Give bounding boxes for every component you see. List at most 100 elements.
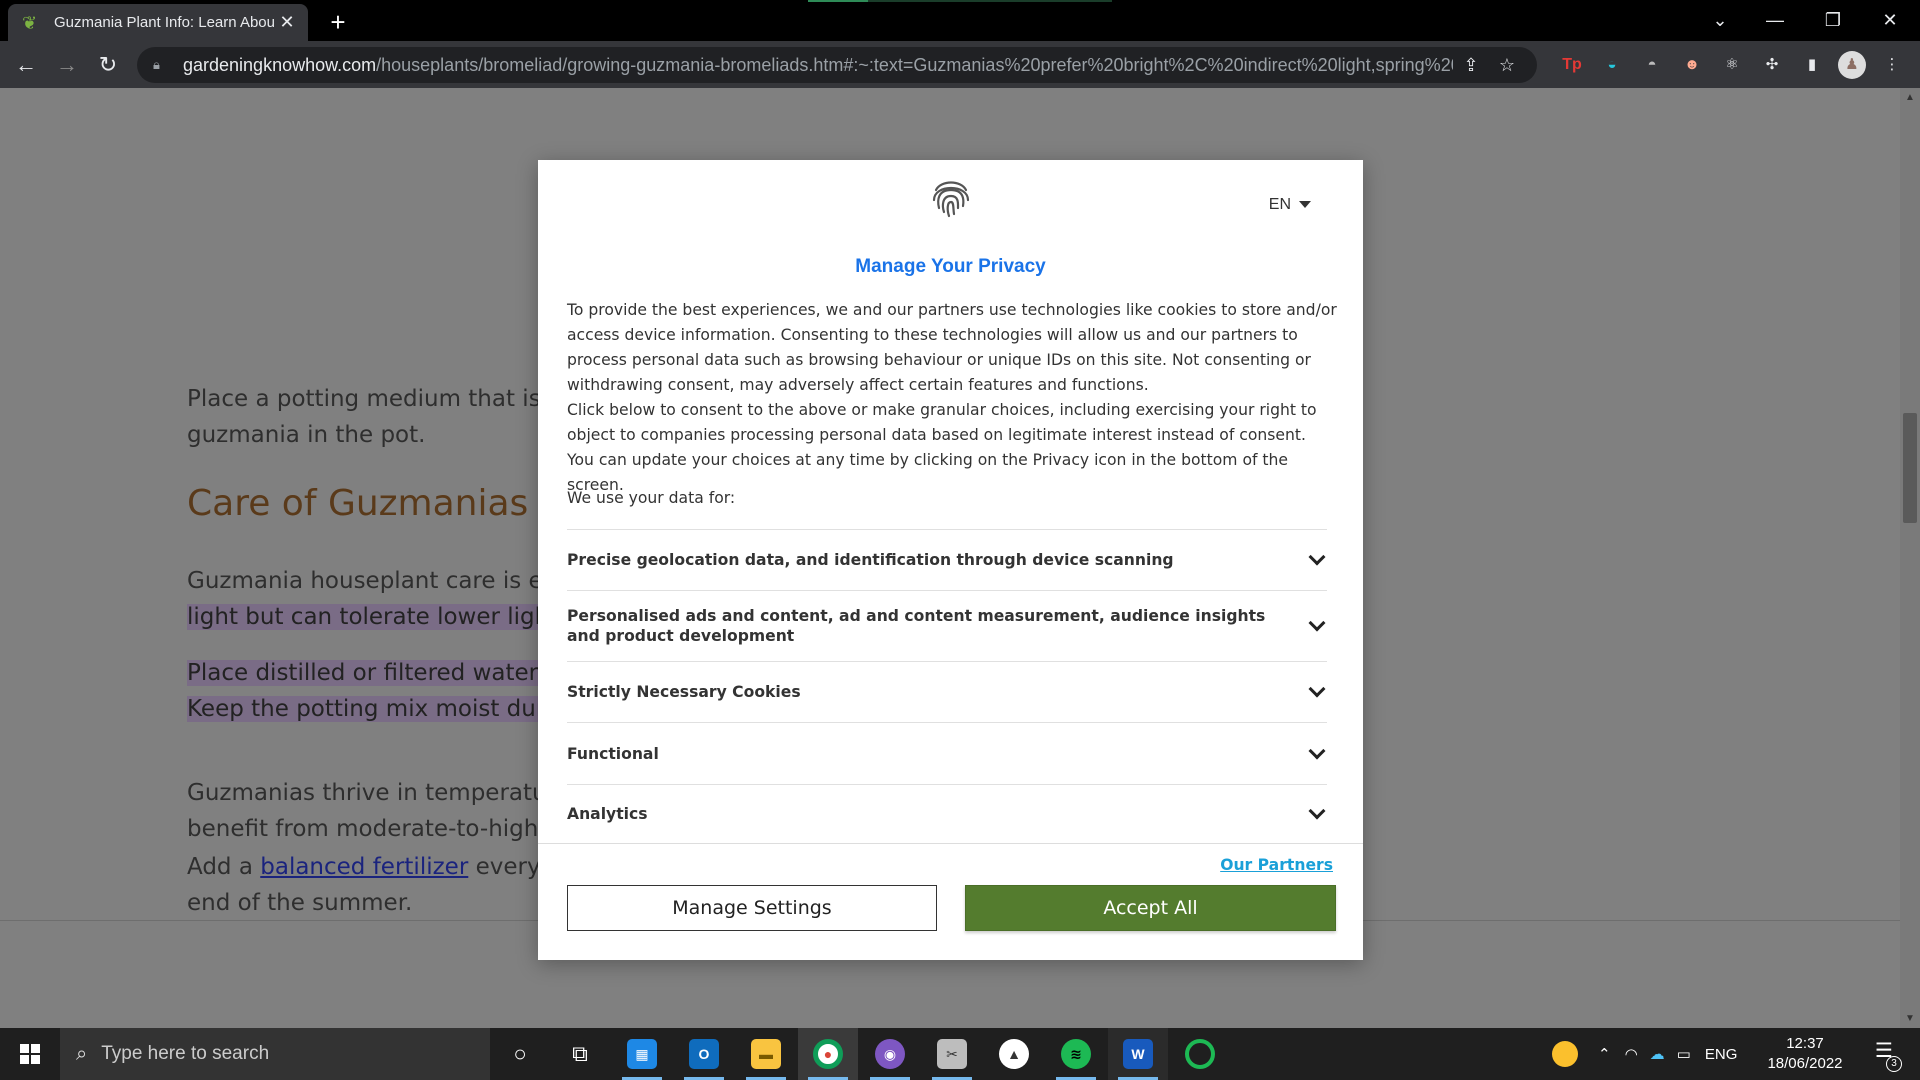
minimize-button[interactable]: — <box>1748 0 1802 41</box>
paragraph-line: end of the summer. <box>187 890 413 916</box>
discord-app-icon[interactable]: ◉ <box>860 1028 920 1080</box>
notification-count: 3 <box>1886 1056 1902 1072</box>
privacy-consent-dialog: EN Manage Your Privacy To provide the be… <box>538 160 1363 960</box>
chevron-down-icon[interactable] <box>1308 802 1326 820</box>
browser-tab[interactable]: ❦ Guzmania Plant Info: Learn Abou ✕ <box>8 4 308 41</box>
url-text: gardeningknowhow.com/houseplants/bromeli… <box>183 55 1453 76</box>
tab-search-icon[interactable]: ⌄ <box>1693 0 1747 41</box>
extensions-puzzle-icon[interactable]: ✣ <box>1758 51 1786 79</box>
onedrive-icon[interactable]: ☁ <box>1650 1045 1665 1063</box>
purpose-strictly-necessary[interactable]: Strictly Necessary Cookies <box>567 662 1327 723</box>
notification-center-icon[interactable]: ☰ 3 <box>1868 1038 1902 1072</box>
forward-button[interactable]: → <box>51 49 83 81</box>
outlook-app-icon[interactable]: O <box>674 1028 734 1080</box>
arc-app-icon[interactable]: ▲ <box>984 1028 1044 1080</box>
browser-toolbar: ← → ↻ 🔒︎ gardeningknowhow.com/houseplant… <box>0 41 1920 88</box>
calendar-app-icon[interactable]: ▦ <box>612 1028 672 1080</box>
paragraph-line: guzmania in the pot. <box>187 422 426 448</box>
wifi-icon[interactable]: ◠ <box>1625 1045 1638 1063</box>
purpose-functional[interactable]: Functional <box>567 723 1327 785</box>
dialog-title: Manage Your Privacy <box>855 256 1046 277</box>
new-tab-button[interactable]: + <box>322 6 354 38</box>
highlighted-text: Place distilled or filtered water in <box>187 660 567 686</box>
our-partners-link[interactable]: Our Partners <box>1220 856 1333 874</box>
extension-atom-icon[interactable]: ⚛ <box>1718 51 1746 79</box>
purpose-label: Personalised ads and content, ad and con… <box>567 607 1266 645</box>
chevron-down-icon[interactable] <box>1308 614 1326 632</box>
purpose-personalised-ads[interactable]: Personalised ads and content, ad and con… <box>567 591 1327 662</box>
reload-button[interactable]: ↻ <box>92 49 124 81</box>
bookmark-star-icon[interactable]: ☆ <box>1489 55 1525 76</box>
clock-time: 12:37 <box>1786 1035 1824 1052</box>
address-bar[interactable]: 🔒︎ gardeningknowhow.com/houseplants/brom… <box>137 47 1537 83</box>
page-scrollbar[interactable]: ▲ ▼ <box>1900 88 1920 1028</box>
article-paragraph: Place a potting medium that is sp guzman… <box>187 381 575 453</box>
scroll-up-icon[interactable]: ▲ <box>1900 92 1920 103</box>
purpose-label: Functional <box>567 744 659 763</box>
purpose-analytics[interactable]: Analytics <box>567 785 1327 843</box>
purpose-list: Precise geolocation data, and identifica… <box>567 529 1327 843</box>
browser-menu-icon[interactable]: ⋮ <box>1878 51 1906 79</box>
word-app-icon[interactable]: W <box>1108 1028 1168 1080</box>
start-button[interactable] <box>0 1028 60 1080</box>
chevron-down-icon[interactable] <box>1308 680 1326 698</box>
paragraph-line: Place a potting medium that is sp <box>187 386 575 412</box>
windows-taskbar: ⌕ Type here to search ○ ⧉ ▦ O ▬ ● ◉ ✂ ▲ … <box>0 1028 1920 1080</box>
highlighted-text: Keep the potting mix moist during <box>187 696 581 722</box>
search-placeholder: Type here to search <box>101 1043 270 1064</box>
side-panel-icon[interactable]: ▮ <box>1798 51 1826 79</box>
file-explorer-icon[interactable]: ▬ <box>736 1028 796 1080</box>
article-paragraph: Guzmanias thrive in temperatures benefit… <box>187 775 582 847</box>
purpose-label: Precise geolocation data, and identifica… <box>567 551 1174 569</box>
task-view-icon[interactable]: ⧉ <box>550 1028 610 1080</box>
fingerprint-icon <box>932 181 970 218</box>
balanced-fertilizer-link[interactable]: balanced fertilizer <box>260 854 468 880</box>
scroll-down-icon[interactable]: ▼ <box>1900 1013 1920 1024</box>
extension-arch-icon[interactable]: ◓ <box>1638 51 1666 79</box>
search-icon: ⌕ <box>76 1042 88 1065</box>
share-icon[interactable]: ⇪ <box>1453 55 1489 76</box>
windows-logo-icon <box>20 1044 40 1064</box>
paragraph-line: Guzmania houseplant care is easy <box>187 568 583 594</box>
url-domain: gardeningknowhow.com <box>183 54 377 75</box>
purpose-label: Analytics <box>567 805 648 823</box>
spotify-app-icon[interactable]: ≋ <box>1046 1028 1106 1080</box>
data-uses-label: We use your data for: <box>567 489 736 507</box>
battery-icon[interactable]: ▭ <box>1677 1045 1691 1063</box>
system-clock[interactable]: 12:37 18/06/2022 <box>1760 1034 1850 1074</box>
language-code: EN <box>1268 196 1291 213</box>
chrome-app-icon[interactable]: ● <box>798 1028 858 1080</box>
extension-speed-icon[interactable]: ◒ <box>1598 51 1626 79</box>
scroll-thumb[interactable] <box>1903 413 1917 523</box>
tab-strip-accent <box>808 0 868 2</box>
lock-icon[interactable]: 🔒︎ <box>153 57 173 73</box>
manage-settings-button[interactable]: Manage Settings <box>567 885 937 931</box>
extension-face-icon[interactable]: ☻ <box>1678 51 1706 79</box>
url-path: /houseplants/bromeliad/growing-guzmania-… <box>376 54 1453 75</box>
language-selector[interactable]: EN <box>1269 196 1311 214</box>
chevron-up-icon[interactable]: ⌃ <box>1598 1045 1611 1063</box>
close-window-button[interactable]: ✕ <box>1863 0 1917 41</box>
snipping-tool-icon[interactable]: ✂ <box>922 1028 982 1080</box>
cortana-icon[interactable]: ○ <box>490 1028 550 1080</box>
paragraph-text: Add a <box>187 854 261 880</box>
profile-avatar[interactable]: ♟ <box>1838 51 1866 79</box>
browser-tab-bar: ❦ Guzmania Plant Info: Learn Abou ✕ + ⌄ … <box>0 0 1920 41</box>
system-tray: ⌃ ◠ ☁ ▭ ENG <box>1552 1028 1737 1080</box>
restore-button[interactable]: ❐ <box>1806 0 1860 41</box>
input-language[interactable]: ENG <box>1705 1046 1738 1063</box>
purpose-geolocation[interactable]: Precise geolocation data, and identifica… <box>567 530 1327 591</box>
loading-app-icon[interactable] <box>1170 1028 1230 1080</box>
tab-close-icon[interactable]: ✕ <box>276 12 298 33</box>
article-paragraph: Guzmania houseplant care is easy light b… <box>187 563 582 635</box>
weather-icon[interactable] <box>1552 1041 1578 1067</box>
chevron-down-icon[interactable] <box>1308 742 1326 759</box>
dialog-description: To provide the best experiences, we and … <box>567 298 1337 498</box>
section-heading: Care of Guzmanias <box>187 483 529 524</box>
taskbar-search-box[interactable]: ⌕ Type here to search <box>60 1028 490 1080</box>
extension-tp-icon[interactable]: Tp <box>1558 51 1586 79</box>
tab-strip-accent-dark <box>868 0 1112 2</box>
accept-all-button[interactable]: Accept All <box>965 885 1336 931</box>
chevron-down-icon[interactable] <box>1308 548 1326 566</box>
back-button[interactable]: ← <box>10 49 42 81</box>
